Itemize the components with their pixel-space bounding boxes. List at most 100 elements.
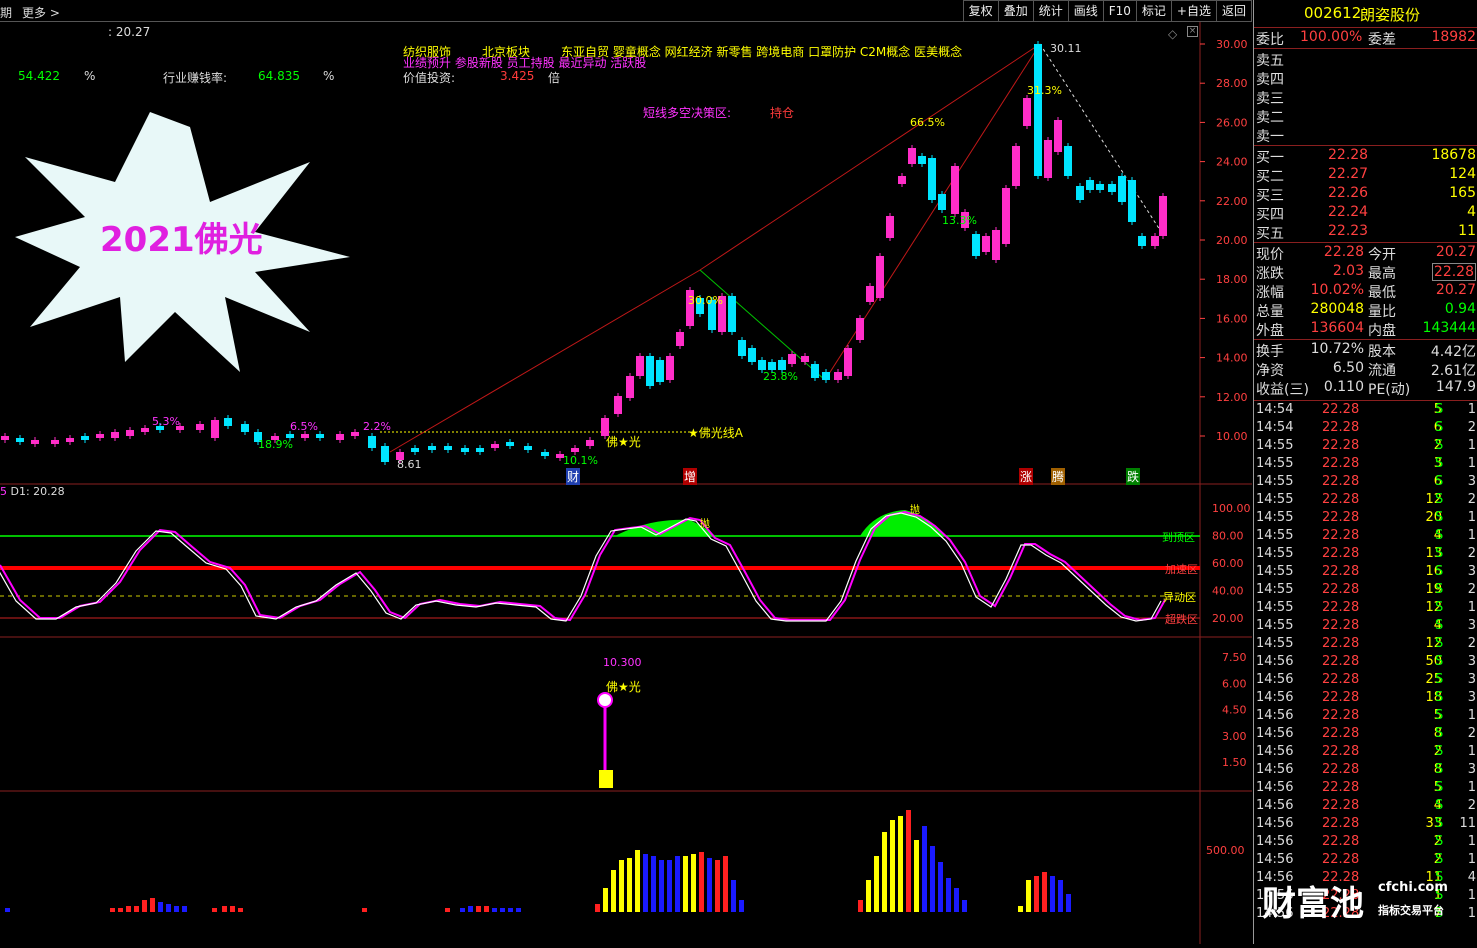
- candle: [1159, 196, 1167, 236]
- tick-time: 14:55: [1256, 618, 1294, 633]
- kd-label: 5 D1: 20.28: [0, 485, 65, 498]
- annot-pct8: 2.2%: [363, 420, 391, 433]
- candle: [856, 318, 864, 340]
- tick-row: 14:55 22.28 2 S 1: [1254, 438, 1477, 456]
- volume-bar: [460, 908, 465, 912]
- annot-pct9: 18.9%: [258, 438, 293, 451]
- volume-bar: [222, 906, 227, 912]
- candle: [16, 438, 24, 442]
- volume-bar: [118, 908, 123, 912]
- close-icon[interactable]: ×: [1187, 26, 1198, 37]
- period-label[interactable]: 期: [0, 4, 12, 21]
- more-menu[interactable]: 更多 >: [22, 4, 60, 21]
- tick-row: 14:54 22.28 5 S 1: [1254, 402, 1477, 420]
- tick-time: 14:56: [1256, 744, 1294, 759]
- burst-text: 2021佛光: [100, 220, 263, 260]
- add-watchlist-button[interactable]: +自选: [1170, 0, 1217, 22]
- stat-value: 20.27: [1435, 244, 1476, 260]
- vol-axis-label: 500.00: [1206, 844, 1245, 857]
- buy-price: 22.26: [1328, 185, 1369, 201]
- signal-circle: [597, 692, 613, 708]
- tick-row: 14:55 22.28 3 S 1: [1254, 456, 1477, 474]
- tick-price: 22.28: [1322, 852, 1360, 867]
- logo-main: 财富池: [1262, 884, 1364, 924]
- candle: [31, 440, 39, 444]
- price-axis-tick: 10.00: [1216, 430, 1248, 443]
- buy-volume: 165: [1449, 185, 1476, 201]
- candle: [918, 156, 926, 164]
- tick-row: 14:56 22.28 18 S 3: [1254, 690, 1477, 708]
- tick-time: 14:56: [1256, 762, 1294, 777]
- tick-price: 22.28: [1322, 744, 1360, 759]
- candle: [1151, 236, 1159, 246]
- annot-foguang-line: ★佛光线A: [688, 426, 743, 440]
- stat-label: 涨跌: [1256, 266, 1284, 282]
- volume-bar: [158, 902, 163, 912]
- f10-button[interactable]: F10: [1102, 0, 1137, 22]
- candle: [461, 448, 469, 452]
- volume-bar: [468, 906, 473, 912]
- candle: [541, 452, 549, 456]
- diamond-icon[interactable]: ◇: [1168, 27, 1177, 41]
- fuquan-button[interactable]: 复权: [962, 0, 999, 22]
- candle: [96, 434, 104, 438]
- chart-area[interactable]: 30.00 28.00 26.00 24.00 22.00 20.00 18.00 16.00…: [0, 22, 1252, 944]
- candle: [811, 364, 819, 378]
- value-label: 价值投资:: [403, 71, 456, 85]
- buy-level-1: 买一 22.28 18678: [1254, 147, 1477, 166]
- candle: [506, 442, 514, 446]
- tick-price: 22.28: [1322, 726, 1360, 741]
- volume-bar: [699, 852, 704, 912]
- tick-time: 14:56: [1256, 726, 1294, 741]
- stat-value: 10.02%: [1310, 282, 1364, 298]
- candle: [748, 348, 756, 362]
- tick-count: 1: [1467, 852, 1476, 867]
- draw-button[interactable]: 画线: [1067, 0, 1104, 22]
- tick-side: S: [1435, 816, 1444, 831]
- volume-bar: [1034, 876, 1039, 912]
- tick-price: 22.28: [1322, 528, 1360, 543]
- fin-value: 10.72%: [1310, 341, 1364, 357]
- tick-count: 1: [1467, 780, 1476, 795]
- zone-accel: 加速区: [1165, 563, 1198, 576]
- candle: [822, 372, 830, 380]
- candle: [636, 356, 644, 376]
- tick-side: S: [1435, 474, 1444, 489]
- candle: [614, 396, 622, 414]
- tick-price: 22.28: [1322, 474, 1360, 489]
- volume-bar: [906, 810, 911, 912]
- volume-bar: [683, 856, 688, 912]
- tick-side: S: [1435, 726, 1444, 741]
- stock-header: 002612 朗姿股份: [1254, 4, 1477, 26]
- tick-row: 14:56 22.28 8 S 3: [1254, 762, 1477, 780]
- tick-count: 1: [1467, 600, 1476, 615]
- tick-time: 14:56: [1256, 708, 1294, 723]
- candle: [141, 428, 149, 432]
- price-axis-tick: 24.00: [1216, 156, 1248, 169]
- tick-time: 14:54: [1256, 402, 1294, 417]
- volume-bar: [643, 854, 648, 912]
- volume-bar: [715, 860, 720, 912]
- candle: [126, 430, 134, 436]
- mark-button[interactable]: 标记: [1135, 0, 1172, 22]
- tick-price: 22.28: [1322, 618, 1360, 633]
- marker-zeng: 增: [683, 468, 698, 485]
- back-button[interactable]: 返回: [1215, 0, 1252, 22]
- stats-button[interactable]: 统计: [1032, 0, 1069, 22]
- tick-price: 22.28: [1322, 492, 1360, 507]
- candle: [758, 360, 766, 370]
- tick-price: 22.28: [1322, 600, 1360, 615]
- candle: [51, 440, 59, 444]
- top-bar: 期 更多 > 复权 叠加 统计 画线 F10 标记 +自选 返回: [0, 0, 1252, 22]
- volume-bar: [1050, 876, 1055, 912]
- fin-label: 流通: [1368, 363, 1396, 379]
- price-axis-tick: 18.00: [1216, 273, 1248, 286]
- tick-side: S: [1435, 582, 1444, 597]
- overlay-button[interactable]: 叠加: [997, 0, 1034, 22]
- tick-price: 22.28: [1322, 438, 1360, 453]
- fin-row: 换手 10.72% 股本 4.42亿: [1254, 341, 1477, 360]
- candle: [476, 448, 484, 452]
- logo-sub: 指标交易平台: [1378, 904, 1444, 917]
- tick-count: 1: [1467, 402, 1476, 417]
- fin-label: 收益(三): [1256, 382, 1309, 398]
